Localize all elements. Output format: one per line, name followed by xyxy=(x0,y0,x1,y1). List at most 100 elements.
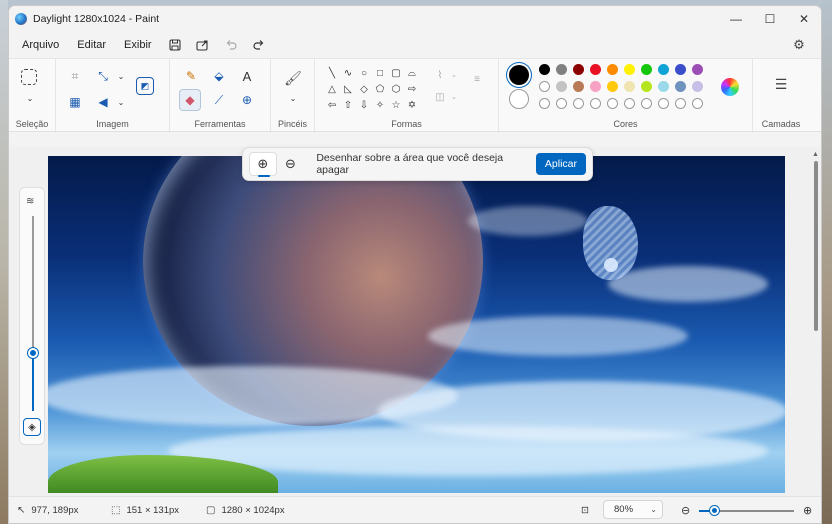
group-label-image: Imagem xyxy=(96,119,129,129)
down-arrow-shape-icon[interactable]: ⇩ xyxy=(357,99,371,113)
curve-shape-icon[interactable]: ∿ xyxy=(341,67,355,81)
add-area-button[interactable]: ⊕ xyxy=(249,152,277,177)
chevron-down-icon[interactable]: ⌄ xyxy=(447,91,461,105)
chevron-down-icon[interactable]: ⌄ xyxy=(447,69,461,83)
edit-colors-icon[interactable] xyxy=(721,78,739,96)
color-swatch[interactable] xyxy=(573,81,584,92)
menu-view[interactable]: Exibir xyxy=(115,39,161,51)
color-swatch[interactable] xyxy=(658,81,669,92)
apply-button[interactable]: Aplicar xyxy=(535,153,586,175)
color-swatch[interactable] xyxy=(692,64,703,75)
color-swatch[interactable] xyxy=(556,64,567,75)
zoom-in-icon[interactable]: ⊕ xyxy=(803,504,812,517)
chevron-down-icon[interactable]: ⌄ xyxy=(282,87,304,109)
color-swatch[interactable] xyxy=(539,64,550,75)
color-swatch[interactable] xyxy=(607,81,618,92)
color-swatch[interactable] xyxy=(573,64,584,75)
hexagon-shape-icon[interactable]: ⬡ xyxy=(389,83,403,97)
custom-color-slot[interactable] xyxy=(675,98,686,109)
custom-color-slot[interactable] xyxy=(658,98,669,109)
rounded-rectangle-shape-icon[interactable]: ▢ xyxy=(389,67,403,81)
color-swatch[interactable] xyxy=(556,81,567,92)
primary-color-swatch[interactable] xyxy=(509,65,529,85)
custom-color-slot[interactable] xyxy=(539,98,550,109)
outline-icon[interactable]: ⌇ xyxy=(433,69,447,83)
minimize-button[interactable]: — xyxy=(719,6,753,32)
settings-icon[interactable]: ⚙ xyxy=(785,34,813,56)
remove-area-button[interactable]: ⊖ xyxy=(277,152,305,176)
crop-icon[interactable]: ⌗ xyxy=(64,65,86,87)
redo-icon[interactable] xyxy=(245,34,273,56)
scroll-up-icon[interactable]: ▲ xyxy=(812,151,819,158)
chevron-down-icon[interactable]: ⌄ xyxy=(110,65,132,87)
color-swatch[interactable] xyxy=(539,81,550,92)
color-swatch[interactable] xyxy=(607,64,618,75)
color-swatch[interactable] xyxy=(675,64,686,75)
triangle-shape-icon[interactable]: △ xyxy=(325,83,339,97)
image-canvas[interactable] xyxy=(48,156,785,493)
chevron-down-icon[interactable]: ⌄ xyxy=(19,87,41,109)
fill-bucket-icon[interactable]: ⬙ xyxy=(208,65,230,87)
custom-color-slot[interactable] xyxy=(692,98,703,109)
magnifier-icon[interactable]: ⊕ xyxy=(236,89,258,111)
up-arrow-shape-icon[interactable]: ⇧ xyxy=(341,99,355,113)
polygon-shape-icon[interactable]: ⌓ xyxy=(405,67,419,81)
custom-color-slot[interactable] xyxy=(556,98,567,109)
eraser-icon[interactable]: ◆ xyxy=(179,89,201,111)
select-all-icon[interactable]: ▦ xyxy=(64,91,86,113)
rectangle-shape-icon[interactable]: □ xyxy=(373,67,387,81)
chevron-down-icon[interactable]: ⌄ xyxy=(110,91,132,113)
color-swatch[interactable] xyxy=(658,64,669,75)
share-icon[interactable] xyxy=(189,34,217,56)
color-swatch[interactable] xyxy=(675,81,686,92)
eraser-mode-icon[interactable]: ◈ xyxy=(23,418,41,436)
image-remove-background-icon[interactable]: ◩ xyxy=(136,77,154,95)
right-triangle-shape-icon[interactable]: ◺ xyxy=(341,83,355,97)
brush-size-slider[interactable]: ≋ ◈ xyxy=(19,187,45,445)
maximize-button[interactable]: ☐ xyxy=(753,6,787,32)
color-swatch[interactable] xyxy=(624,81,635,92)
right-arrow-shape-icon[interactable]: ⇨ xyxy=(405,83,419,97)
zoom-slider-thumb[interactable] xyxy=(710,506,719,515)
custom-color-slot[interactable] xyxy=(573,98,584,109)
color-swatch[interactable] xyxy=(641,81,652,92)
shape-size-icon[interactable]: ≡ xyxy=(470,73,484,87)
custom-color-slot[interactable] xyxy=(607,98,618,109)
undo-icon[interactable] xyxy=(217,34,245,56)
scrollbar-thumb[interactable] xyxy=(814,161,818,331)
pentagon-shape-icon[interactable]: ⬠ xyxy=(373,83,387,97)
color-swatch[interactable] xyxy=(624,64,635,75)
vertical-scrollbar[interactable]: ▲ xyxy=(812,151,819,341)
paint-window: Daylight 1280x1024 - Paint — ☐ ✕ Arquivo… xyxy=(8,5,822,524)
slider-thumb[interactable] xyxy=(28,348,38,358)
six-point-star-shape-icon[interactable]: ✡ xyxy=(405,99,419,113)
brush-icon[interactable]: 🖌 xyxy=(282,67,304,89)
color-swatch[interactable] xyxy=(590,64,601,75)
custom-color-slot[interactable] xyxy=(590,98,601,109)
color-swatch[interactable] xyxy=(590,81,601,92)
five-point-star-shape-icon[interactable]: ☆ xyxy=(389,99,403,113)
close-button[interactable]: ✕ xyxy=(787,6,821,32)
fill-icon[interactable]: ◫ xyxy=(433,91,447,105)
custom-color-slot[interactable] xyxy=(641,98,652,109)
line-shape-icon[interactable]: ╲ xyxy=(325,67,339,81)
four-point-star-shape-icon[interactable]: ✧ xyxy=(373,99,387,113)
menu-edit[interactable]: Editar xyxy=(68,39,115,51)
selection-rectangle-icon[interactable] xyxy=(21,69,37,85)
layers-icon[interactable]: ☰ xyxy=(770,73,792,95)
pencil-icon[interactable]: ✎ xyxy=(180,65,202,87)
color-swatch[interactable] xyxy=(692,81,703,92)
secondary-color-swatch[interactable] xyxy=(509,89,529,109)
diamond-shape-icon[interactable]: ◇ xyxy=(357,83,371,97)
oval-shape-icon[interactable]: ○ xyxy=(357,67,371,81)
fit-to-window-icon[interactable]: ⊡ xyxy=(581,505,589,516)
color-picker-icon[interactable]: ⟋ xyxy=(208,89,230,111)
left-arrow-shape-icon[interactable]: ⇦ xyxy=(325,99,339,113)
custom-color-slot[interactable] xyxy=(624,98,635,109)
text-icon[interactable]: A xyxy=(236,65,258,87)
zoom-dropdown[interactable]: 80% ⌄ xyxy=(603,500,663,519)
zoom-out-icon[interactable]: ⊖ xyxy=(681,504,690,517)
save-icon[interactable] xyxy=(161,34,189,56)
menu-file[interactable]: Arquivo xyxy=(13,39,68,51)
color-swatch[interactable] xyxy=(641,64,652,75)
